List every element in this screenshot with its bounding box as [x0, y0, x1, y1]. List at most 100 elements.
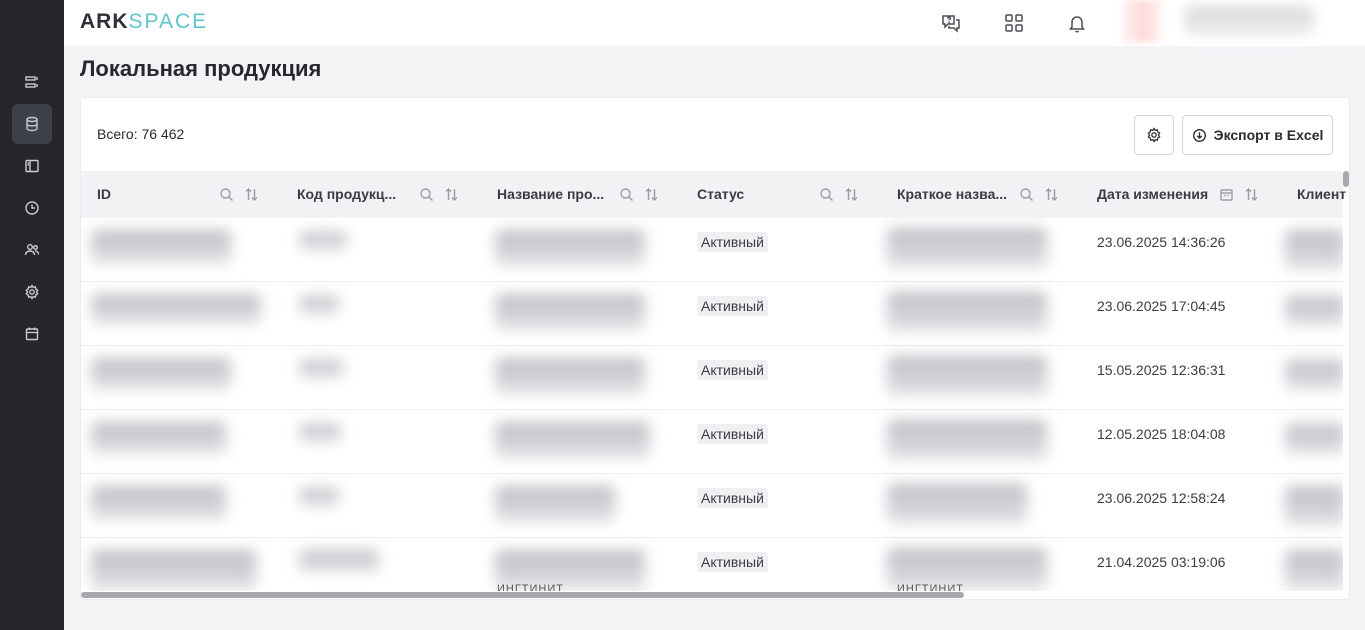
column-header-modified-date[interactable]: Дата изменения — [1081, 171, 1281, 218]
search-icon[interactable] — [819, 187, 834, 202]
logo-space: SPACE — [128, 10, 209, 33]
column-label: ID — [97, 186, 111, 202]
sidebar-item-users[interactable] — [12, 230, 52, 270]
redacted-client — [1285, 360, 1343, 390]
sort-icon[interactable] — [444, 187, 459, 202]
redacted-short-name — [887, 420, 1047, 460]
table-row[interactable]: Активный 23.06.2025 17:04:45 — [81, 282, 1343, 346]
column-header-status[interactable]: Статус — [681, 171, 881, 218]
redacted-client — [1285, 486, 1343, 526]
redacted-product-code — [299, 296, 339, 314]
redacted-id — [91, 550, 256, 590]
redacted-short-name — [887, 356, 1047, 396]
column-header-id[interactable]: ID — [81, 171, 281, 218]
modified-date: 23.06.2025 17:04:45 — [1097, 298, 1226, 314]
table-row[interactable]: Активный 15.05.2025 12:36:31 — [81, 346, 1343, 410]
redacted-product-code — [299, 360, 343, 378]
search-icon[interactable] — [419, 187, 434, 202]
modified-date: 23.06.2025 12:58:24 — [1097, 490, 1226, 506]
avatar[interactable] — [1122, 0, 1162, 42]
gear-icon — [1147, 127, 1161, 143]
table-row[interactable]: Активный 23.06.2025 14:36:26 — [81, 218, 1343, 282]
column-label: Краткое назва... — [897, 186, 1008, 202]
status-badge: Активный — [697, 296, 768, 316]
sidebar-item-database[interactable] — [12, 104, 52, 144]
column-header-product-code[interactable]: Код продукц... — [281, 171, 481, 218]
download-icon — [1192, 128, 1206, 142]
bell-icon — [1069, 16, 1085, 33]
support-chat-icon — [942, 15, 960, 33]
total-count: Всего: 76 462 — [97, 126, 185, 142]
sidebar-item-list[interactable] — [12, 62, 52, 102]
list-icon — [25, 76, 38, 88]
table-row[interactable]: Активный 23.06.2025 12:58:24 — [81, 474, 1343, 538]
status-badge: Активный — [697, 488, 768, 508]
app-logo[interactable]: ARKSPACE — [80, 10, 208, 34]
redacted-product-code — [299, 550, 379, 572]
apps-grid-icon — [1005, 14, 1023, 32]
support-chat-button[interactable] — [939, 11, 963, 35]
users-icon — [24, 244, 40, 256]
redacted-product-code — [299, 232, 347, 250]
sidebar-item-panel[interactable] — [12, 146, 52, 186]
status-badge: Активный — [697, 360, 768, 380]
sort-icon[interactable] — [1044, 187, 1059, 202]
column-label: Дата изменения — [1097, 186, 1209, 202]
sort-icon[interactable] — [244, 187, 259, 202]
search-icon[interactable] — [619, 187, 634, 202]
sidebar-item-history[interactable] — [12, 188, 52, 228]
status-badge: Активный — [697, 232, 768, 252]
sort-icon[interactable] — [644, 187, 659, 202]
redacted-client — [1285, 296, 1343, 326]
redacted-client — [1285, 550, 1343, 590]
redacted-client — [1285, 230, 1343, 270]
apps-grid-button[interactable] — [1002, 11, 1026, 35]
redacted-short-name — [887, 484, 1027, 524]
vertical-scrollbar[interactable] — [1343, 171, 1349, 187]
horizontal-scrollbar[interactable] — [81, 592, 964, 598]
calendar-filter-icon[interactable] — [1219, 187, 1234, 202]
column-header-product-name[interactable]: Название про... — [481, 171, 681, 218]
gear-icon — [25, 284, 39, 300]
search-icon[interactable] — [1019, 187, 1034, 202]
search-icon[interactable] — [219, 187, 234, 202]
database-icon — [26, 116, 38, 132]
column-header-short-name[interactable]: Краткое назва... — [881, 171, 1081, 218]
clipped-cell-text: ИНГТИНИТ — [897, 583, 965, 591]
export-label: Экспорт в Excel — [1213, 127, 1324, 143]
table-row[interactable]: Активный 12.05.2025 18:04:08 — [81, 410, 1343, 474]
sidebar-item-settings[interactable] — [12, 272, 52, 312]
redacted-id — [91, 358, 231, 390]
table-body: Активный 23.06.2025 14:36:26 Активный 23… — [81, 218, 1343, 591]
status-badge: Активный — [697, 424, 768, 444]
redacted-id — [91, 230, 231, 264]
modified-date: 15.05.2025 12:36:31 — [1097, 362, 1226, 378]
sort-icon[interactable] — [844, 187, 859, 202]
page-title: Локальная продукция — [80, 56, 322, 81]
table-row[interactable]: Активный 21.04.2025 03:19:06 — [81, 538, 1343, 591]
user-profile[interactable] — [1184, 6, 1314, 36]
column-label: Клиент — [1297, 186, 1347, 202]
status-badge: Активный — [697, 552, 768, 572]
column-label: Статус — [697, 186, 745, 202]
redacted-product-name — [495, 294, 645, 330]
table-settings-button[interactable] — [1134, 115, 1174, 155]
sort-icon[interactable] — [1244, 187, 1259, 202]
redacted-id — [91, 294, 261, 324]
redacted-id — [91, 486, 226, 520]
notifications-button[interactable] — [1065, 11, 1089, 35]
column-label: Код продукц... — [297, 186, 397, 202]
modified-date: 23.06.2025 14:36:26 — [1097, 234, 1226, 250]
calendar-icon — [25, 327, 39, 341]
logo-ark: ARK — [80, 10, 129, 33]
modified-date: 21.04.2025 03:19:06 — [1097, 554, 1226, 570]
sidebar-item-calendar[interactable] — [12, 314, 52, 354]
export-excel-button[interactable]: Экспорт в Excel — [1182, 115, 1333, 155]
redacted-product-code — [299, 424, 341, 442]
column-header-client[interactable]: Клиент — [1281, 171, 1349, 218]
sidebar — [0, 0, 64, 630]
redacted-product-name — [495, 422, 650, 458]
panel-icon — [25, 159, 39, 173]
clock-icon — [25, 201, 39, 215]
redacted-short-name — [887, 292, 1047, 332]
